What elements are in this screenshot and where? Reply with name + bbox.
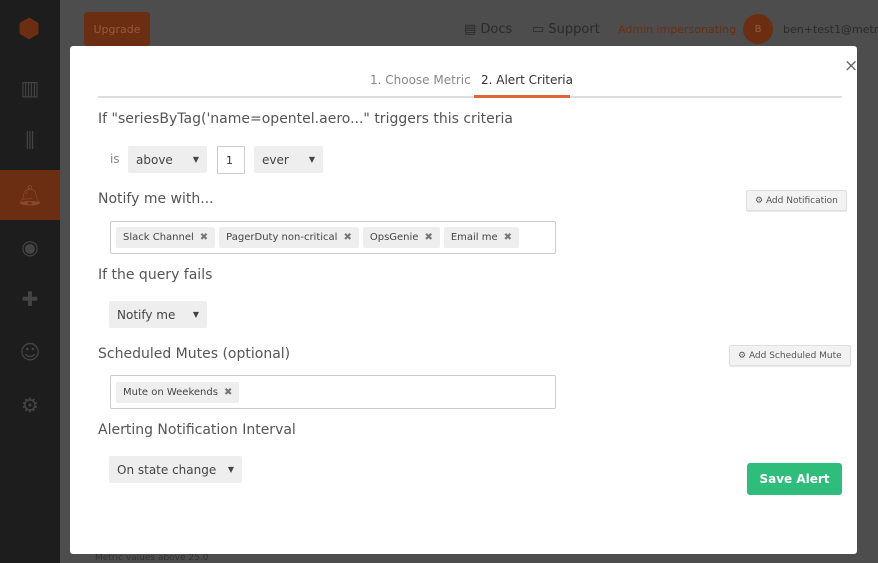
remove-icon[interactable]: ✖ (224, 387, 232, 398)
support-icon: ▭ (532, 22, 549, 37)
gear-icon: ⚙ (755, 195, 766, 206)
users-icon[interactable]: ☺ (0, 327, 60, 377)
add-notification-button[interactable]: ⚙ Add Notification (746, 190, 847, 211)
query-fails-select[interactable]: Notify me ▼ (109, 301, 207, 328)
support-link[interactable]: ▭ Support (532, 22, 600, 37)
interval-select[interactable]: On state change ▼ (109, 456, 242, 483)
docs-icon: ▤ (464, 22, 481, 37)
query-fails-value: Notify me (117, 307, 176, 322)
mute-tag: Mute on Weekends ✖ (116, 381, 240, 403)
criteria-heading: If "seriesByTag('name=opentel.aero..." t… (98, 111, 514, 127)
add-mute-label: Add Scheduled Mute (748, 350, 842, 361)
support-label: Support (548, 22, 600, 37)
notify-heading: Notify me with... (98, 191, 214, 207)
threshold-input[interactable]: 1 (217, 146, 245, 174)
docs-label: Docs (480, 22, 513, 37)
tab-divider (98, 96, 842, 98)
gear-icon: ⚙ (738, 350, 749, 361)
settings-icon[interactable]: ⚙ (0, 380, 60, 430)
sidebar: ⬢ ▥ ⫼ 🔔︎ ◉ ✚ ☺ ⚙ (0, 0, 60, 563)
alert-modal: × 1. Choose Metric 2. Alert Criteria If … (70, 46, 858, 554)
notification-tag: OpsGenie ✖ (362, 227, 440, 248)
docs-link[interactable]: ▤ Docs (464, 22, 512, 37)
tag-label: Mute on Weekends (123, 386, 218, 398)
mutes-input[interactable]: Mute on Weekends ✖ (110, 375, 556, 409)
comparison-value: above (136, 152, 173, 167)
add-notification-label: Add Notification (765, 195, 838, 206)
user-email[interactable]: ben+test1@metricfi (783, 23, 878, 36)
query-fails-heading: If the query fails (98, 267, 213, 283)
notifications-input[interactable]: Slack Channel ✖ PagerDuty non-critical ✖ O… (110, 221, 556, 254)
remove-icon[interactable]: ✖ (200, 232, 208, 243)
remove-icon[interactable]: ✖ (504, 232, 512, 243)
dashboards-icon[interactable]: ▥ (0, 63, 60, 113)
notification-tag: PagerDuty non-critical ✖ (219, 227, 359, 248)
metrics-icon[interactable]: ⫼ (0, 115, 60, 165)
notification-tag: Slack Channel ✖ (116, 227, 216, 248)
interval-value: On state change (117, 462, 217, 477)
caret-down-icon: ▼ (227, 465, 234, 474)
integrations-icon[interactable]: ✚ (0, 274, 60, 324)
tag-label: Slack Channel (123, 232, 194, 243)
tag-label: OpsGenie (369, 232, 419, 243)
close-button[interactable]: × (844, 56, 858, 76)
tag-label: Email me (450, 232, 498, 243)
comparison-select[interactable]: above ▼ (128, 146, 207, 173)
add-scheduled-mute-button[interactable]: ⚙ Add Scheduled Mute (729, 345, 851, 366)
logo-icon[interactable]: ⬢ (14, 14, 44, 46)
duration-value: ever (262, 152, 289, 167)
is-label: is (110, 152, 120, 166)
tab-choose-metric[interactable]: 1. Choose Metric (370, 73, 471, 87)
views-icon[interactable]: ◉ (0, 222, 60, 272)
background-row-text: Metric values above 25.0 (95, 553, 209, 563)
active-tab-indicator (474, 95, 570, 98)
upgrade-button[interactable]: Upgrade (84, 12, 150, 46)
tab-alert-criteria[interactable]: 2. Alert Criteria (481, 73, 573, 87)
admin-impersonating: Admin impersonating (618, 23, 737, 36)
caret-down-icon: ▼ (192, 310, 199, 319)
duration-select[interactable]: ever ▼ (254, 146, 323, 173)
tag-label: PagerDuty non-critical (226, 232, 338, 243)
caret-down-icon: ▼ (192, 155, 199, 164)
remove-icon[interactable]: ✖ (343, 232, 351, 243)
caret-down-icon: ▼ (308, 155, 315, 164)
mutes-heading: Scheduled Mutes (optional) (98, 346, 291, 362)
notification-tag: Email me ✖ (443, 227, 520, 248)
interval-heading: Alerting Notification Interval (98, 422, 296, 438)
avatar[interactable]: B (743, 14, 773, 44)
save-alert-button[interactable]: Save Alert (747, 463, 842, 495)
alerts-icon[interactable]: 🔔︎ (0, 170, 60, 220)
remove-icon[interactable]: ✖ (424, 232, 432, 243)
